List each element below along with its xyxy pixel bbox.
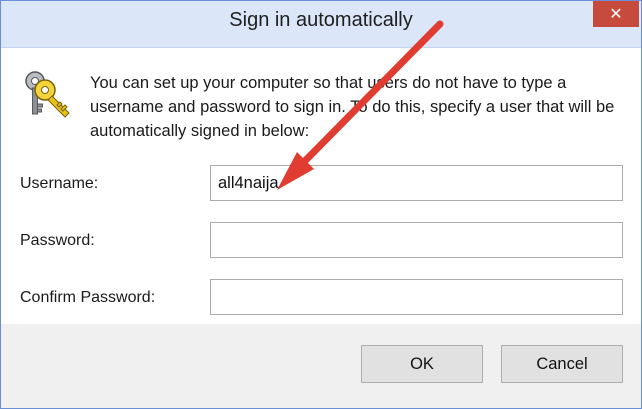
description-text: You can set up your computer so that use… <box>90 74 615 140</box>
password-label: Password: <box>20 232 95 249</box>
title-bar: Sign in automatically ✕ <box>1 1 641 48</box>
username-field[interactable] <box>210 165 623 201</box>
close-button[interactable]: ✕ <box>593 1 639 27</box>
username-label: Username: <box>20 175 99 192</box>
close-icon: ✕ <box>609 6 623 23</box>
dialog-title: Sign in automatically <box>229 9 413 31</box>
keys-icon <box>25 71 70 118</box>
cancel-button[interactable]: Cancel <box>501 345 623 383</box>
button-bar: OK Cancel <box>1 324 641 408</box>
password-field[interactable] <box>210 222 623 258</box>
ok-button[interactable]: OK <box>361 345 483 383</box>
dialog-content: You can set up your computer so that use… <box>1 48 641 324</box>
sign-in-dialog: Sign in automatically ✕ You can set up y… <box>0 0 642 409</box>
confirm-password-field[interactable] <box>210 279 623 315</box>
confirm-password-label: Confirm Password: <box>20 289 156 306</box>
